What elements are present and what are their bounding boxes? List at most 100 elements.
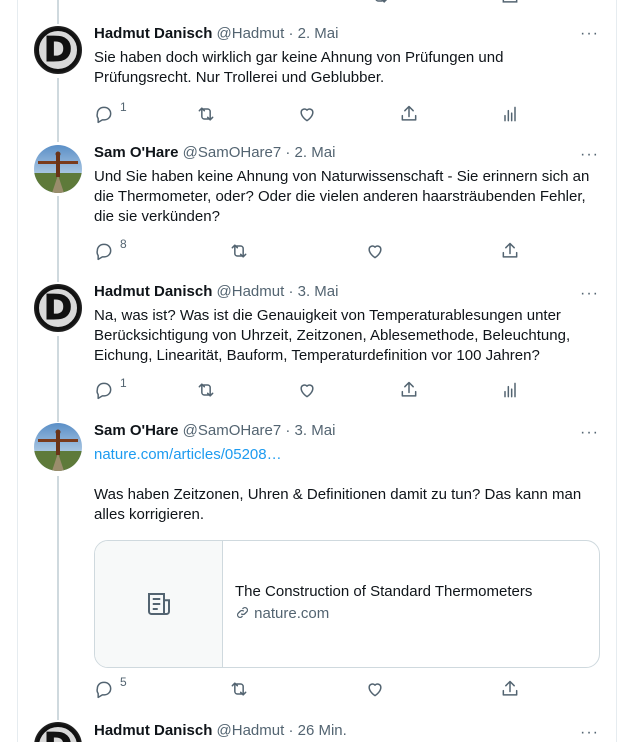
more-options-icon[interactable]: ··· xyxy=(580,145,600,165)
tweet[interactable]: D Hadmut Danisch @Hadmut · 2. Mai ··· Si… xyxy=(0,24,627,138)
tweet-date[interactable]: · 2. Mai xyxy=(288,25,338,42)
author-name[interactable]: Hadmut Danisch xyxy=(94,283,212,300)
action-bar: 1 xyxy=(0,376,627,404)
tweet[interactable]: Sam O'Hare @SamOHare7 · 3. Mai ··· natur… xyxy=(0,421,627,717)
retweet-icon xyxy=(231,244,247,258)
reply-button[interactable]: 8 xyxy=(94,237,127,263)
tweet-header: Sam O'Hare @SamOHare7 · 2. Mai xyxy=(94,143,335,163)
tweet-header: Hadmut Danisch @Hadmut · 2. Mai xyxy=(94,24,338,44)
heart-icon xyxy=(300,384,314,398)
share-button[interactable] xyxy=(500,679,520,701)
author-handle[interactable]: @Hadmut xyxy=(217,25,285,42)
avatar-logo: D xyxy=(36,28,80,72)
avatar-photo xyxy=(34,145,82,193)
tweet-text-line: alles korrigieren. xyxy=(94,506,205,523)
more-options-icon[interactable]: ··· xyxy=(580,24,600,44)
tweet-text: Was haben Zeitzonen, Uhren & Definitione… xyxy=(94,485,604,525)
avatar-photo xyxy=(34,423,82,471)
reply-count: 1 xyxy=(120,376,127,390)
reply-icon xyxy=(96,106,112,124)
author-handle[interactable]: @SamOHare7 xyxy=(183,422,282,439)
more-options-icon[interactable]: ··· xyxy=(580,284,600,304)
tweet-text-line: Berücksichtigung von Uhrzeit, Zeitzonen,… xyxy=(94,327,571,344)
more-options-icon[interactable]: ··· xyxy=(580,723,600,742)
tweet-text-line: die sie verkünden? xyxy=(94,208,220,225)
author-name[interactable]: Hadmut Danisch xyxy=(94,25,212,42)
share-button[interactable] xyxy=(399,380,419,402)
tweet[interactable]: Sam O'Hare @SamOHare7 · 2. Mai ··· Und S… xyxy=(0,143,627,279)
article-icon xyxy=(147,593,170,615)
reply-icon xyxy=(96,243,112,261)
analytics-button[interactable] xyxy=(500,380,520,402)
tweet-text-line: Prüfungsrecht. Nur Trollerei und Geblubb… xyxy=(94,69,385,86)
author-name[interactable]: Sam O'Hare xyxy=(94,144,178,161)
article-link[interactable]: nature.com/articles/05208… xyxy=(94,446,282,463)
author-name[interactable]: Hadmut Danisch xyxy=(94,722,212,739)
tweet-link[interactable]: nature.com/articles/05208… xyxy=(94,445,604,465)
retweet-button[interactable] xyxy=(196,104,216,126)
avatar[interactable]: D xyxy=(34,722,82,742)
more-options-icon[interactable]: ··· xyxy=(580,423,600,443)
like-button[interactable] xyxy=(297,104,317,126)
avatar[interactable]: D xyxy=(34,284,82,332)
avatar[interactable] xyxy=(34,145,82,193)
tweet-text-line: die Thermometer, oder? Oder die vielen a… xyxy=(94,188,586,205)
like-button[interactable] xyxy=(365,241,385,263)
action-bar: 1 xyxy=(0,100,627,128)
tweet-date[interactable]: · 26 Min. xyxy=(288,722,346,739)
analytics-icon xyxy=(504,382,516,398)
action-bar: 8 xyxy=(0,237,627,265)
tweet[interactable]: D Hadmut Danisch @Hadmut · 26 Min. ··· xyxy=(0,721,627,742)
card-title: The Construction of Standard Thermometer… xyxy=(235,583,533,600)
avatar[interactable] xyxy=(34,423,82,471)
share-icon xyxy=(401,105,417,121)
author-handle[interactable]: @SamOHare7 xyxy=(183,144,282,161)
share-button[interactable] xyxy=(500,241,520,263)
like-button[interactable] xyxy=(297,380,317,402)
analytics-icon xyxy=(504,106,516,122)
tweet-text: Na, was ist? Was ist die Genauigkeit von… xyxy=(94,306,604,366)
tweet-header: Hadmut Danisch @Hadmut · 26 Min. xyxy=(94,721,347,741)
share-icon[interactable] xyxy=(500,0,520,6)
reply-count: 5 xyxy=(120,675,127,689)
avatar[interactable]: D xyxy=(34,26,82,74)
tweet-date[interactable]: · 3. Mai xyxy=(288,283,338,300)
share-icon xyxy=(502,242,518,258)
card-domain-text: nature.com xyxy=(254,605,330,622)
card-thumbnail xyxy=(95,541,223,667)
retweet-button[interactable] xyxy=(229,241,249,263)
reply-button[interactable]: 1 xyxy=(94,376,127,402)
analytics-button[interactable] xyxy=(500,104,520,126)
card-domain: nature.com xyxy=(235,605,329,622)
author-handle[interactable]: @Hadmut xyxy=(217,722,285,739)
tweet-date[interactable]: · 3. Mai xyxy=(285,422,335,439)
reply-icon xyxy=(96,382,112,400)
retweet-icon xyxy=(231,682,247,696)
author-name[interactable]: Sam O'Hare xyxy=(94,422,178,439)
reply-button[interactable]: 5 xyxy=(94,675,127,701)
avatar-logo: D xyxy=(36,286,80,330)
reply-count: 8 xyxy=(120,237,127,251)
reply-button[interactable]: 1 xyxy=(94,100,127,126)
retweet-button[interactable] xyxy=(229,679,249,701)
retweet-icon xyxy=(198,107,214,121)
heart-icon xyxy=(368,245,382,259)
share-icon xyxy=(502,680,518,696)
tweet-text-line: Na, was ist? Was ist die Genauigkeit von… xyxy=(94,307,561,324)
retweet-button[interactable] xyxy=(196,380,216,402)
tweet-header: Hadmut Danisch @Hadmut · 3. Mai xyxy=(94,282,338,302)
author-handle[interactable]: @Hadmut xyxy=(217,283,285,300)
heart-icon xyxy=(300,108,314,122)
tweet-text: Und Sie haben keine Ahnung von Naturwiss… xyxy=(94,167,604,227)
share-icon xyxy=(401,381,417,397)
heart-icon xyxy=(368,683,382,697)
share-button[interactable] xyxy=(399,104,419,126)
tweet-text-line: Eichung, Linearität, Bauform, Temperatur… xyxy=(94,347,540,364)
action-bar: 5 xyxy=(0,675,627,703)
tweet-date[interactable]: · 2. Mai xyxy=(285,144,335,161)
retweet-icon[interactable] xyxy=(370,0,390,6)
link-preview-card[interactable]: The Construction of Standard Thermometer… xyxy=(94,540,600,668)
tweet[interactable]: D Hadmut Danisch @Hadmut · 3. Mai ··· Na… xyxy=(0,282,627,418)
reply-count: 1 xyxy=(120,100,127,114)
like-button[interactable] xyxy=(365,679,385,701)
